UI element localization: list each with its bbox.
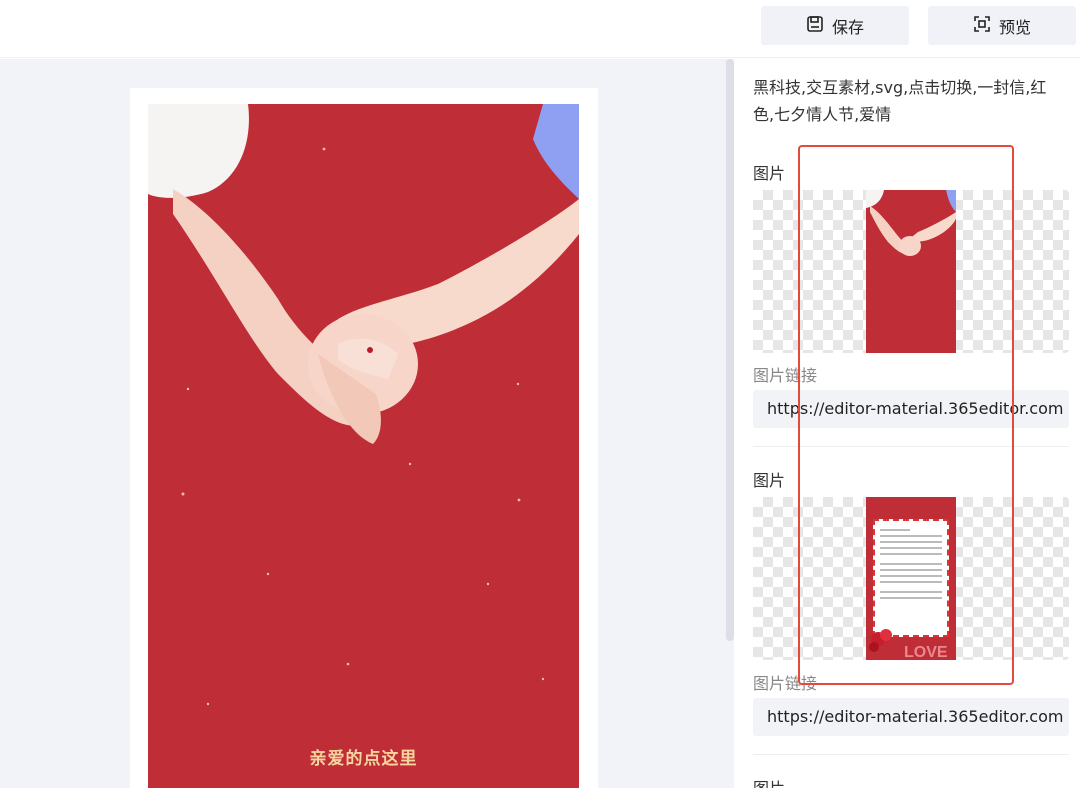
image-section-label-2: 图片 [753,471,786,490]
preview-label: 预览 [998,17,1031,37]
section-divider [753,446,1069,447]
preview-button[interactable]: 预览 [928,6,1076,45]
thumbnail-hands-image [866,190,956,353]
image-url-input-1[interactable]: https://editor-material.365editor.com [753,390,1069,428]
image-url-input-2[interactable]: https://editor-material.365editor.com [753,698,1069,736]
image-section-label-1: 图片 [753,164,786,183]
svg-text:LOVE: LOVE [904,644,948,660]
image-link-label-2: 图片链接 [753,674,818,693]
poster-image[interactable]: 亲爱的点这里 [148,104,579,788]
preview-icon [973,15,991,37]
image-section-label-3: 图片 [753,775,785,788]
canvas-scrollbar[interactable] [726,59,734,641]
image-thumbnail-1[interactable] [753,190,1069,353]
image-link-label-1: 图片链接 [753,366,818,385]
holding-hands-illustration [148,104,579,706]
tag-list: 黑科技,交互素材,svg,点击切换,一封信,红色,七夕情人节,爱情 [753,78,1047,124]
save-icon [806,15,824,37]
image-thumbnail-2[interactable]: LOVE [753,497,1069,660]
save-button[interactable]: 保存 [761,6,909,45]
top-toolbar: 保存 预览 [0,0,1080,58]
section-divider [753,754,1069,755]
thumbnail-letter-image: LOVE [866,497,956,660]
save-label: 保存 [831,17,864,37]
poster-cta-text[interactable]: 亲爱的点这里 [148,744,579,769]
